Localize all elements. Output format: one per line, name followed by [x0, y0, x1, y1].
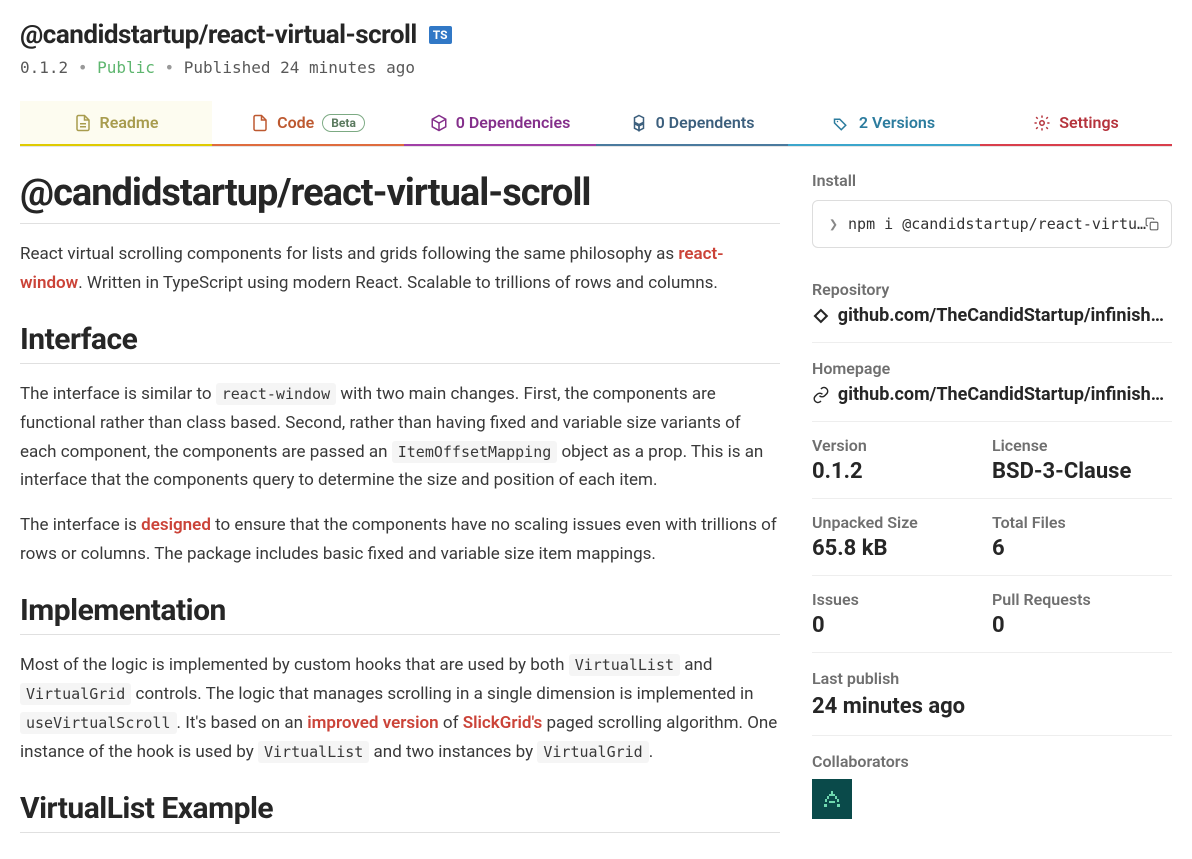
repository-link[interactable]: github.com/TheCandidStartup/infinisheet — [812, 305, 1172, 326]
implementation-paragraph: Most of the logic is implemented by cust… — [20, 651, 780, 767]
tab-settings[interactable]: Settings — [980, 101, 1172, 146]
interface-paragraph-2: The interface is designed to ensure that… — [20, 511, 780, 569]
tab-dependencies[interactable]: 0 Dependencies — [404, 101, 596, 146]
tab-readme[interactable]: Readme — [20, 101, 212, 146]
license-cell: License BSD-3-Clause — [992, 422, 1172, 499]
heading-interface: Interface — [20, 322, 780, 364]
beta-badge: Beta — [322, 114, 365, 132]
install-command-box[interactable]: ❯ npm i @candidstartup/react-virtual-s… — [812, 200, 1172, 248]
version-cell: Version 0.1.2 — [812, 422, 992, 499]
code-virtuallist-2: VirtualList — [258, 741, 369, 763]
readme-icon — [74, 114, 92, 132]
package-header: @candidstartup/react-virtual-scroll TS 0… — [20, 20, 1172, 77]
pull-requests-cell[interactable]: Pull Requests 0 — [992, 576, 1172, 653]
interface-paragraph-1: The interface is similar to react-window… — [20, 380, 780, 496]
homepage-link[interactable]: github.com/TheCandidStartup/infinishe… — [812, 384, 1172, 405]
tab-dependencies-label: 0 Dependencies — [456, 113, 571, 132]
prompt-icon: ❯ — [829, 215, 838, 233]
repository-label: Repository — [812, 280, 1172, 299]
code-virtuallist: VirtualList — [569, 654, 680, 676]
link-icon — [812, 386, 830, 404]
heading-virtuallist-example: VirtualList Example — [20, 791, 780, 833]
install-command: npm i @candidstartup/react-virtual-s… — [848, 215, 1155, 233]
heading-implementation: Implementation — [20, 593, 780, 635]
tab-readme-label: Readme — [100, 113, 159, 132]
code-react-window: react-window — [216, 383, 336, 405]
tab-code[interactable]: Code Beta — [212, 101, 404, 146]
tab-code-label: Code — [277, 113, 314, 132]
designed-link[interactable]: designed — [141, 515, 211, 535]
package-subheader: 0.1.2 • Public • Published 24 minutes ag… — [20, 58, 1172, 77]
visibility-text: Public — [97, 58, 155, 77]
readme-content: @candidstartup/react-virtual-scroll Reac… — [20, 171, 780, 835]
intro-paragraph: React virtual scrolling components for l… — [20, 240, 780, 298]
version-value: 0.1.2 — [812, 459, 992, 484]
avatar-icon — [820, 787, 844, 811]
version-text: 0.1.2 — [20, 58, 68, 77]
tab-settings-label: Settings — [1059, 113, 1119, 132]
copy-icon[interactable] — [1145, 217, 1159, 231]
code-virtualgrid-2: VirtualGrid — [537, 741, 648, 763]
tab-versions-label: 2 Versions — [859, 113, 935, 132]
published-text: Published 24 minutes ago — [184, 58, 415, 77]
tab-versions[interactable]: 2 Versions — [788, 101, 980, 146]
collaborators-label: Collaborators — [812, 752, 1172, 771]
total-files-cell: Total Files 6 — [992, 499, 1172, 576]
code-virtualgrid: VirtualGrid — [20, 683, 131, 705]
git-icon — [812, 307, 830, 325]
issues-cell[interactable]: Issues 0 — [812, 576, 992, 653]
issues-value: 0 — [812, 613, 992, 638]
homepage-label: Homepage — [812, 359, 1172, 378]
sidebar: Install ❯ npm i @candidstartup/react-vir… — [812, 171, 1172, 835]
improved-version-link[interactable]: improved version — [307, 713, 438, 733]
license-value: BSD-3-Clause — [992, 459, 1172, 484]
last-publish-label: Last publish — [812, 669, 1172, 688]
code-usevirtualscroll: useVirtualScroll — [20, 712, 177, 734]
tags-icon — [833, 114, 851, 132]
unpacked-size-cell: Unpacked Size 65.8 kB — [812, 499, 992, 576]
tab-dependents[interactable]: 0 Dependents — [596, 101, 788, 146]
pull-requests-value: 0 — [992, 613, 1172, 638]
slickgrid-link[interactable]: SlickGrid's — [463, 713, 543, 733]
typescript-badge: TS — [429, 26, 452, 44]
tab-dependents-label: 0 Dependents — [656, 113, 755, 132]
content-title: @candidstartup/react-virtual-scroll — [20, 171, 780, 224]
box-icon — [430, 114, 448, 132]
total-files-value: 6 — [992, 536, 1172, 561]
code-itemoffsetmapping: ItemOffsetMapping — [392, 441, 558, 463]
code-icon — [251, 114, 269, 132]
last-publish-value: 24 minutes ago — [812, 694, 1172, 719]
collaborator-avatar[interactable] — [812, 779, 852, 819]
gear-icon — [1033, 114, 1051, 132]
package-name: @candidstartup/react-virtual-scroll — [20, 20, 417, 50]
boxes-icon — [630, 114, 648, 132]
tab-bar: Readme Code Beta 0 Dependencies 0 Depend… — [20, 101, 1172, 147]
install-label: Install — [812, 171, 1172, 190]
unpacked-size-value: 65.8 kB — [812, 536, 992, 561]
